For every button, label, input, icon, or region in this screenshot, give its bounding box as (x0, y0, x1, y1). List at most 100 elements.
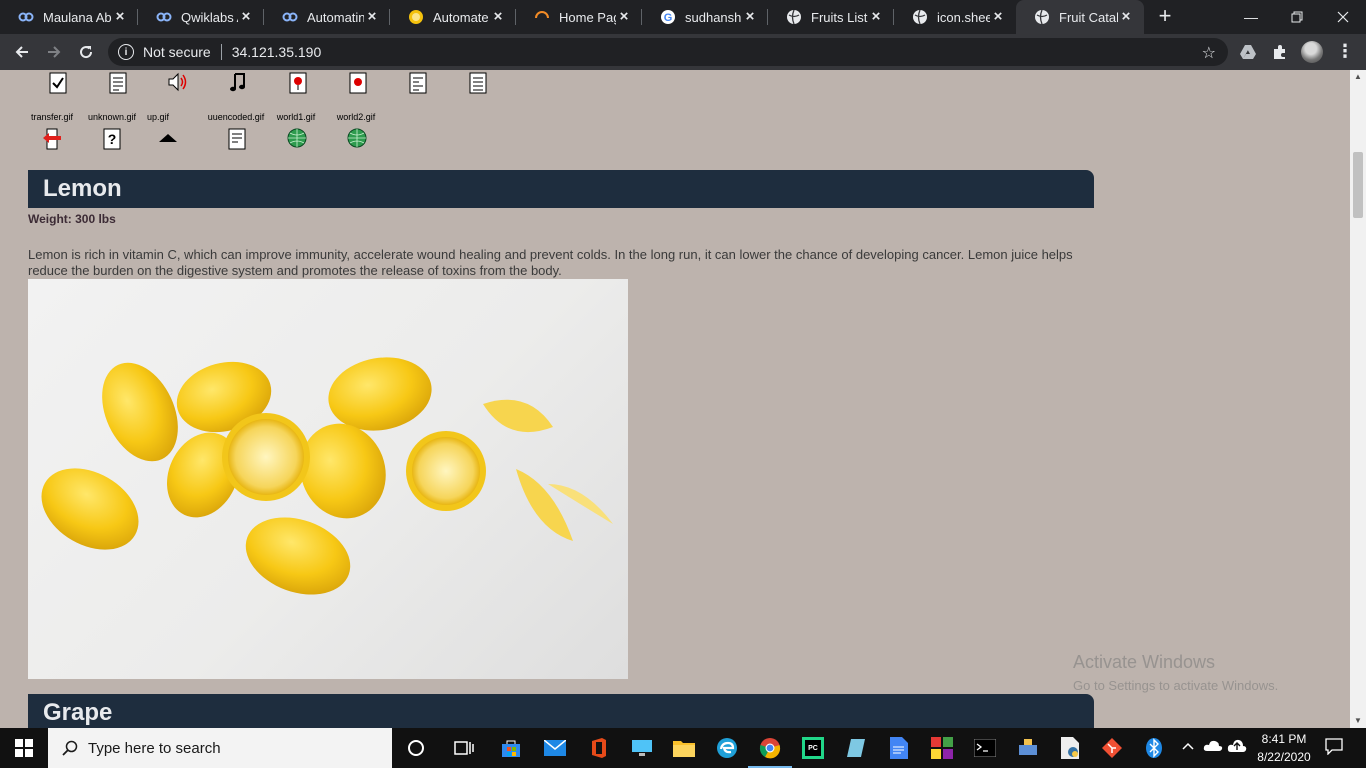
start-button[interactable] (0, 728, 48, 768)
icon-tile-uuencoded: uuencoded.gif (206, 112, 266, 155)
icon-tile-world2: world2.gif (326, 112, 386, 153)
back-button[interactable] (8, 38, 36, 66)
notes-icon[interactable] (842, 734, 870, 762)
icon-caption: transfer.gif (30, 112, 74, 122)
colab-icon (18, 9, 34, 25)
world-icon (328, 128, 386, 153)
search-icon (62, 740, 78, 756)
pycharm-icon[interactable]: PC (799, 734, 827, 762)
close-icon[interactable]: × (490, 9, 506, 25)
terminal-icon[interactable] (971, 734, 999, 762)
red-ball-doc-icon (268, 72, 328, 99)
reload-icon (80, 46, 93, 59)
browser-tab[interactable]: icon.sheet.p × (894, 0, 1016, 34)
close-icon[interactable]: × (1118, 9, 1134, 25)
scroll-down-icon[interactable]: ▼ (1350, 714, 1366, 728)
browser-tab[interactable]: Home Page × (516, 0, 642, 34)
address-divider (220, 44, 222, 60)
minimize-button[interactable]: — (1228, 0, 1274, 34)
close-icon[interactable]: × (112, 9, 128, 25)
tab-title: Maulana Ab (43, 9, 112, 25)
new-tab-button[interactable]: + (1152, 4, 1178, 30)
windows-activation-watermark: Activate Windows Go to Settings to activ… (1073, 652, 1278, 693)
browser-tab[interactable]: Automate u × (390, 0, 516, 34)
close-icon[interactable]: × (364, 9, 380, 25)
reload-button[interactable] (72, 38, 100, 66)
chrome-icon[interactable] (748, 734, 792, 768)
close-window-button[interactable] (1320, 0, 1366, 34)
search-placeholder: Type here to search (88, 739, 221, 757)
docs-icon[interactable] (885, 734, 913, 762)
lemon-photo (28, 279, 628, 679)
drive-icon[interactable] (1238, 42, 1258, 62)
transfer-icon (22, 128, 82, 155)
fruit-weight: Weight: 300 lbs (28, 212, 116, 226)
scroll-up-icon[interactable]: ▲ (1350, 70, 1366, 84)
browser-tab-active[interactable]: Fruit Catalo × (1016, 0, 1144, 34)
browser-tab[interactable]: Automating × (264, 0, 390, 34)
browser-tab[interactable]: G sudhanshu × (642, 0, 768, 34)
close-icon[interactable]: × (238, 9, 254, 25)
check-doc-icon (28, 72, 88, 99)
url-text[interactable]: 34.121.35.190 (232, 44, 322, 60)
address-bar[interactable]: i Not secure 34.121.35.190 ☆ (108, 38, 1228, 66)
tab-title: icon.sheet.p (937, 9, 990, 25)
loading-icon (534, 9, 550, 25)
info-icon[interactable]: i (118, 44, 134, 60)
bluetooth-icon[interactable] (1140, 734, 1168, 762)
tab-title: Qwiklabs A (181, 9, 238, 25)
svg-text:G: G (664, 12, 673, 24)
security-label: Not secure (143, 44, 211, 60)
task-view-icon[interactable] (450, 734, 478, 762)
cloud-upload-icon[interactable] (1227, 738, 1247, 755)
store-icon[interactable] (497, 734, 525, 762)
close-icon[interactable]: × (990, 9, 1006, 25)
git-icon[interactable] (1098, 734, 1126, 762)
close-icon[interactable]: × (868, 9, 884, 25)
remote-desktop-icon[interactable] (628, 734, 656, 762)
restore-button[interactable] (1274, 0, 1320, 34)
network-app-icon[interactable] (1014, 734, 1042, 762)
tab-title: Home Page (559, 9, 616, 25)
globe-icon (912, 9, 928, 25)
icon-tile-up: up.gif (128, 112, 188, 155)
close-icon[interactable]: × (742, 9, 758, 25)
icon-caption: uuencoded.gif (207, 112, 265, 122)
taskbar-search[interactable]: Type here to search (48, 728, 392, 768)
menu-kebab-icon[interactable]: ⋮ (1336, 40, 1354, 64)
scroll-thumb[interactable] (1353, 152, 1363, 218)
browser-tab[interactable]: Qwiklabs A × (138, 0, 264, 34)
forward-button[interactable] (40, 38, 68, 66)
system-clock[interactable]: 8:41 PM 8/22/2020 (1246, 730, 1322, 766)
up-arrow-icon (148, 128, 188, 155)
onedrive-icon[interactable] (1203, 738, 1223, 754)
icon-caption: world2.gif (336, 112, 376, 122)
tray-chevron-icon[interactable] (1181, 738, 1195, 754)
browser-tab[interactable]: Fruits List – × (768, 0, 894, 34)
red-ball-doc-icon (328, 72, 388, 99)
extensions-puzzle-icon[interactable] (1270, 42, 1290, 62)
profile-avatar[interactable] (1301, 41, 1323, 63)
page-scrollbar[interactable]: ▲ ▼ (1350, 70, 1366, 728)
browser-tab[interactable]: Maulana Ab × (0, 0, 138, 34)
globe-icon (1034, 9, 1050, 25)
tab-title: sudhanshu (685, 9, 742, 25)
edge-icon[interactable] (713, 734, 741, 762)
windows-taskbar: Type here to search PC 8:41 PM 8/22/2020 (0, 728, 1366, 768)
sound-icon (148, 72, 208, 97)
colab-icon (282, 9, 298, 25)
colorful-app-icon[interactable] (928, 734, 956, 762)
office-icon[interactable] (585, 734, 613, 762)
watermark-subtitle: Go to Settings to activate Windows. (1073, 678, 1279, 693)
notification-icon[interactable] (1325, 737, 1343, 758)
cortana-icon[interactable] (402, 734, 430, 762)
tab-title: Fruit Catalo (1059, 9, 1118, 25)
google-icon: G (660, 9, 676, 25)
mail-icon[interactable] (541, 734, 569, 762)
colab-icon (156, 9, 172, 25)
music-note-icon (208, 72, 268, 97)
file-explorer-icon[interactable] (670, 734, 698, 762)
python-doc-icon[interactable] (1057, 734, 1085, 762)
bookmark-star-icon[interactable]: ☆ (1202, 43, 1216, 63)
close-icon[interactable]: × (616, 9, 632, 25)
